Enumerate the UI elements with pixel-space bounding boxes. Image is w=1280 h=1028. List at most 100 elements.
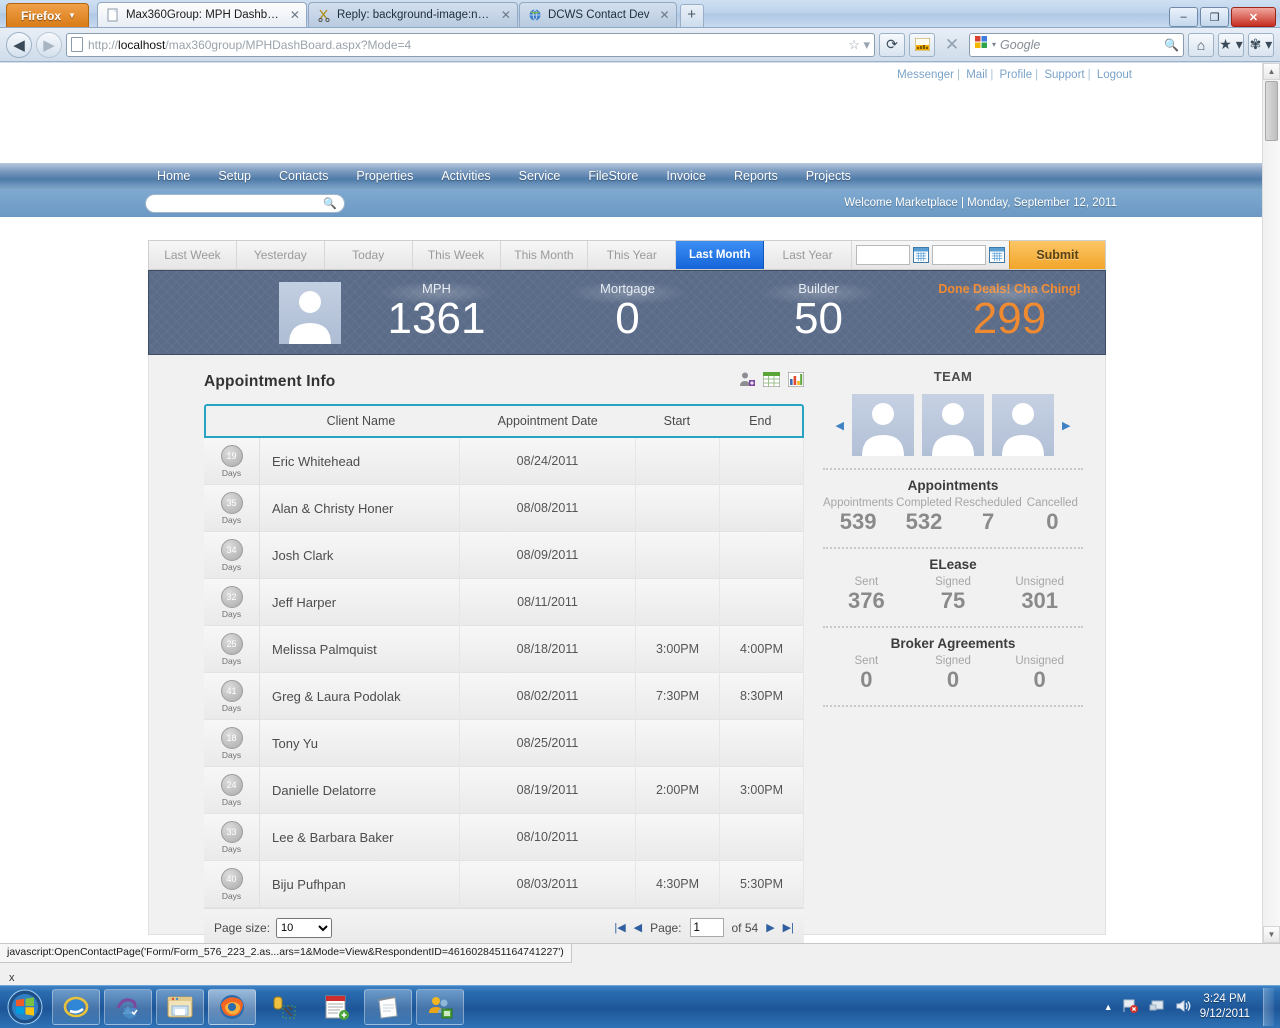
address-bar[interactable]: http://localhost/max360group/MPHDashBoar… xyxy=(66,32,875,57)
show-desktop-button[interactable] xyxy=(1263,988,1274,1026)
nav-service[interactable]: Service xyxy=(505,169,575,183)
add-contact-icon[interactable] xyxy=(739,371,755,392)
cell-client-name[interactable]: Jeff Harper xyxy=(260,578,460,626)
new-tab-button[interactable]: + xyxy=(679,4,704,27)
team-avatar-1[interactable] xyxy=(852,394,914,456)
show-hidden-icon[interactable]: ▲ xyxy=(1104,1002,1113,1012)
nav-home[interactable]: Home xyxy=(143,169,204,183)
network-icon[interactable] xyxy=(1148,998,1165,1017)
scrollbar-thumb[interactable] xyxy=(1265,81,1278,141)
close-button[interactable]: ✕ xyxy=(1231,7,1276,27)
close-icon[interactable]: ✕ xyxy=(286,8,300,22)
page-size-select[interactable]: 102050 xyxy=(276,917,333,938)
tab-dcws-contact-dev[interactable]: DCWS Contact Dev ✕ xyxy=(518,2,677,27)
tab-max360group[interactable]: Max360Group: MPH Dashboard ✕ xyxy=(96,2,307,27)
bookmarks-button[interactable]: ★ ▾ xyxy=(1218,32,1244,57)
maximize-button[interactable]: ❐ xyxy=(1200,7,1229,27)
carousel-prev-icon[interactable]: ◀ xyxy=(836,419,844,432)
minimize-button[interactable]: – xyxy=(1169,7,1198,27)
table-row[interactable]: 35 Days Alan & Christy Honer 08/08/2011 xyxy=(204,484,804,532)
stop-button[interactable]: ✕ xyxy=(939,33,965,57)
close-icon[interactable]: ✕ xyxy=(497,8,511,22)
taskbar-sql-tools-icon[interactable] xyxy=(260,989,308,1025)
column-header-start[interactable]: Start xyxy=(635,414,718,428)
site-search[interactable]: 🔍 xyxy=(145,193,345,213)
nav-setup[interactable]: Setup xyxy=(204,169,265,183)
link-profile[interactable]: Profile xyxy=(1000,69,1033,81)
cell-client-name[interactable]: Tony Yu xyxy=(260,719,460,767)
nav-invoice[interactable]: Invoice xyxy=(652,169,720,183)
taskbar-clock[interactable]: 3:24 PM 9/12/2011 xyxy=(1200,992,1250,1022)
carousel-next-icon[interactable]: ▶ xyxy=(1062,419,1070,432)
date-from-input[interactable] xyxy=(856,245,910,265)
close-icon[interactable]: ✕ xyxy=(656,8,670,22)
column-header-appointment-date[interactable]: Appointment Date xyxy=(460,414,635,428)
cell-client-name[interactable]: Lee & Barbara Baker xyxy=(260,813,460,861)
date-to-input[interactable] xyxy=(932,245,986,265)
bookmark-star-icon[interactable]: ☆ ▾ xyxy=(848,37,870,53)
site-search-input[interactable] xyxy=(153,197,313,209)
table-row[interactable]: 18 Days Tony Yu 08/25/2011 xyxy=(204,719,804,767)
last-page-icon[interactable]: ▶| xyxy=(783,921,794,934)
search-icon[interactable]: 🔍 xyxy=(323,197,337,210)
table-row[interactable]: 19 Days Eric Whitehead 08/24/2011 xyxy=(204,437,804,485)
submit-button[interactable]: Submit xyxy=(1009,241,1105,269)
search-bar[interactable]: ▾ Google 🔍 xyxy=(969,32,1184,57)
prev-page-icon[interactable]: ◀ xyxy=(634,921,642,934)
next-page-icon[interactable]: ▶ xyxy=(766,921,774,934)
taskbar-notepad-plus-icon[interactable] xyxy=(312,989,360,1025)
addons-button[interactable]: ✾ ▾ xyxy=(1248,32,1274,57)
column-header-end[interactable]: End xyxy=(719,414,802,428)
flag-alert-icon[interactable] xyxy=(1122,998,1139,1017)
taskbar-internet-explorer-icon[interactable] xyxy=(52,989,100,1025)
cell-client-name[interactable]: Eric Whitehead xyxy=(260,437,460,485)
filter-last-week[interactable]: Last Week xyxy=(149,241,237,269)
volume-icon[interactable] xyxy=(1174,998,1191,1017)
link-messenger[interactable]: Messenger xyxy=(897,69,954,81)
filter-last-month[interactable]: Last Month xyxy=(676,241,765,269)
link-logout[interactable]: Logout xyxy=(1097,69,1132,81)
start-orb-icon[interactable] xyxy=(2,988,48,1026)
calendar-icon[interactable] xyxy=(989,247,1005,263)
search-input[interactable]: Google xyxy=(1000,38,1160,52)
first-page-icon[interactable]: |◀ xyxy=(614,921,625,934)
chevron-down-icon[interactable]: ▾ xyxy=(992,40,996,49)
reload-button[interactable]: ⟳ xyxy=(879,32,905,57)
filter-this-year[interactable]: This Year xyxy=(588,241,677,269)
back-button[interactable]: ◀ xyxy=(6,31,32,58)
firefox-app-button[interactable]: Firefox ▼ xyxy=(6,3,89,27)
table-row[interactable]: 41 Days Greg & Laura Podolak 08/02/2011 7:30… xyxy=(204,672,804,720)
forward-button[interactable]: ▶ xyxy=(36,31,62,58)
cell-client-name[interactable]: Alan & Christy Honer xyxy=(260,484,460,532)
table-row[interactable]: 33 Days Lee & Barbara Baker 08/10/2011 xyxy=(204,813,804,861)
nav-filestore[interactable]: FileStore xyxy=(574,169,652,183)
table-row[interactable]: 40 Days Biju Pufhpan 08/03/2011 4:30PM 5:30PM xyxy=(204,860,804,908)
vertical-scrollbar[interactable]: ▲ ▼ xyxy=(1262,63,1280,943)
filter-this-month[interactable]: This Month xyxy=(500,241,589,269)
column-header-client-name[interactable]: Client Name xyxy=(262,414,461,428)
link-mail[interactable]: Mail xyxy=(966,69,987,81)
nav-activities[interactable]: Activities xyxy=(427,169,504,183)
table-row[interactable]: 25 Days Melissa Palmquist 08/18/2011 3:00PM 4… xyxy=(204,625,804,673)
taskbar-remote-users-icon[interactable] xyxy=(416,989,464,1025)
bar-chart-icon[interactable] xyxy=(787,371,805,392)
filter-today[interactable]: Today xyxy=(324,241,413,269)
cell-client-name[interactable]: Greg & Laura Podolak xyxy=(260,672,460,720)
scroll-down-icon[interactable]: ▼ xyxy=(1263,926,1280,943)
firebug-icon[interactable] xyxy=(909,32,935,57)
nav-projects[interactable]: Projects xyxy=(792,169,865,183)
nav-contacts[interactable]: Contacts xyxy=(265,169,342,183)
team-avatar-3[interactable] xyxy=(992,394,1054,456)
cell-client-name[interactable]: Danielle Delatorre xyxy=(260,766,460,814)
filter-yesterday[interactable]: Yesterday xyxy=(236,241,325,269)
calendar-icon[interactable] xyxy=(913,247,929,263)
home-button[interactable]: ⌂ xyxy=(1188,32,1214,57)
table-row[interactable]: 34 Days Josh Clark 08/09/2011 xyxy=(204,531,804,579)
search-icon[interactable]: 🔍 xyxy=(1164,38,1179,52)
taskbar-notepad-icon[interactable] xyxy=(364,989,412,1025)
table-row[interactable]: 24 Days Danielle Delatorre 08/19/2011 2:00PM… xyxy=(204,766,804,814)
scroll-up-icon[interactable]: ▲ xyxy=(1263,63,1280,80)
taskbar-visual-studio-icon[interactable] xyxy=(104,989,152,1025)
filter-last-year[interactable]: Last Year xyxy=(764,241,852,269)
cell-client-name[interactable]: Melissa Palmquist xyxy=(260,625,460,673)
